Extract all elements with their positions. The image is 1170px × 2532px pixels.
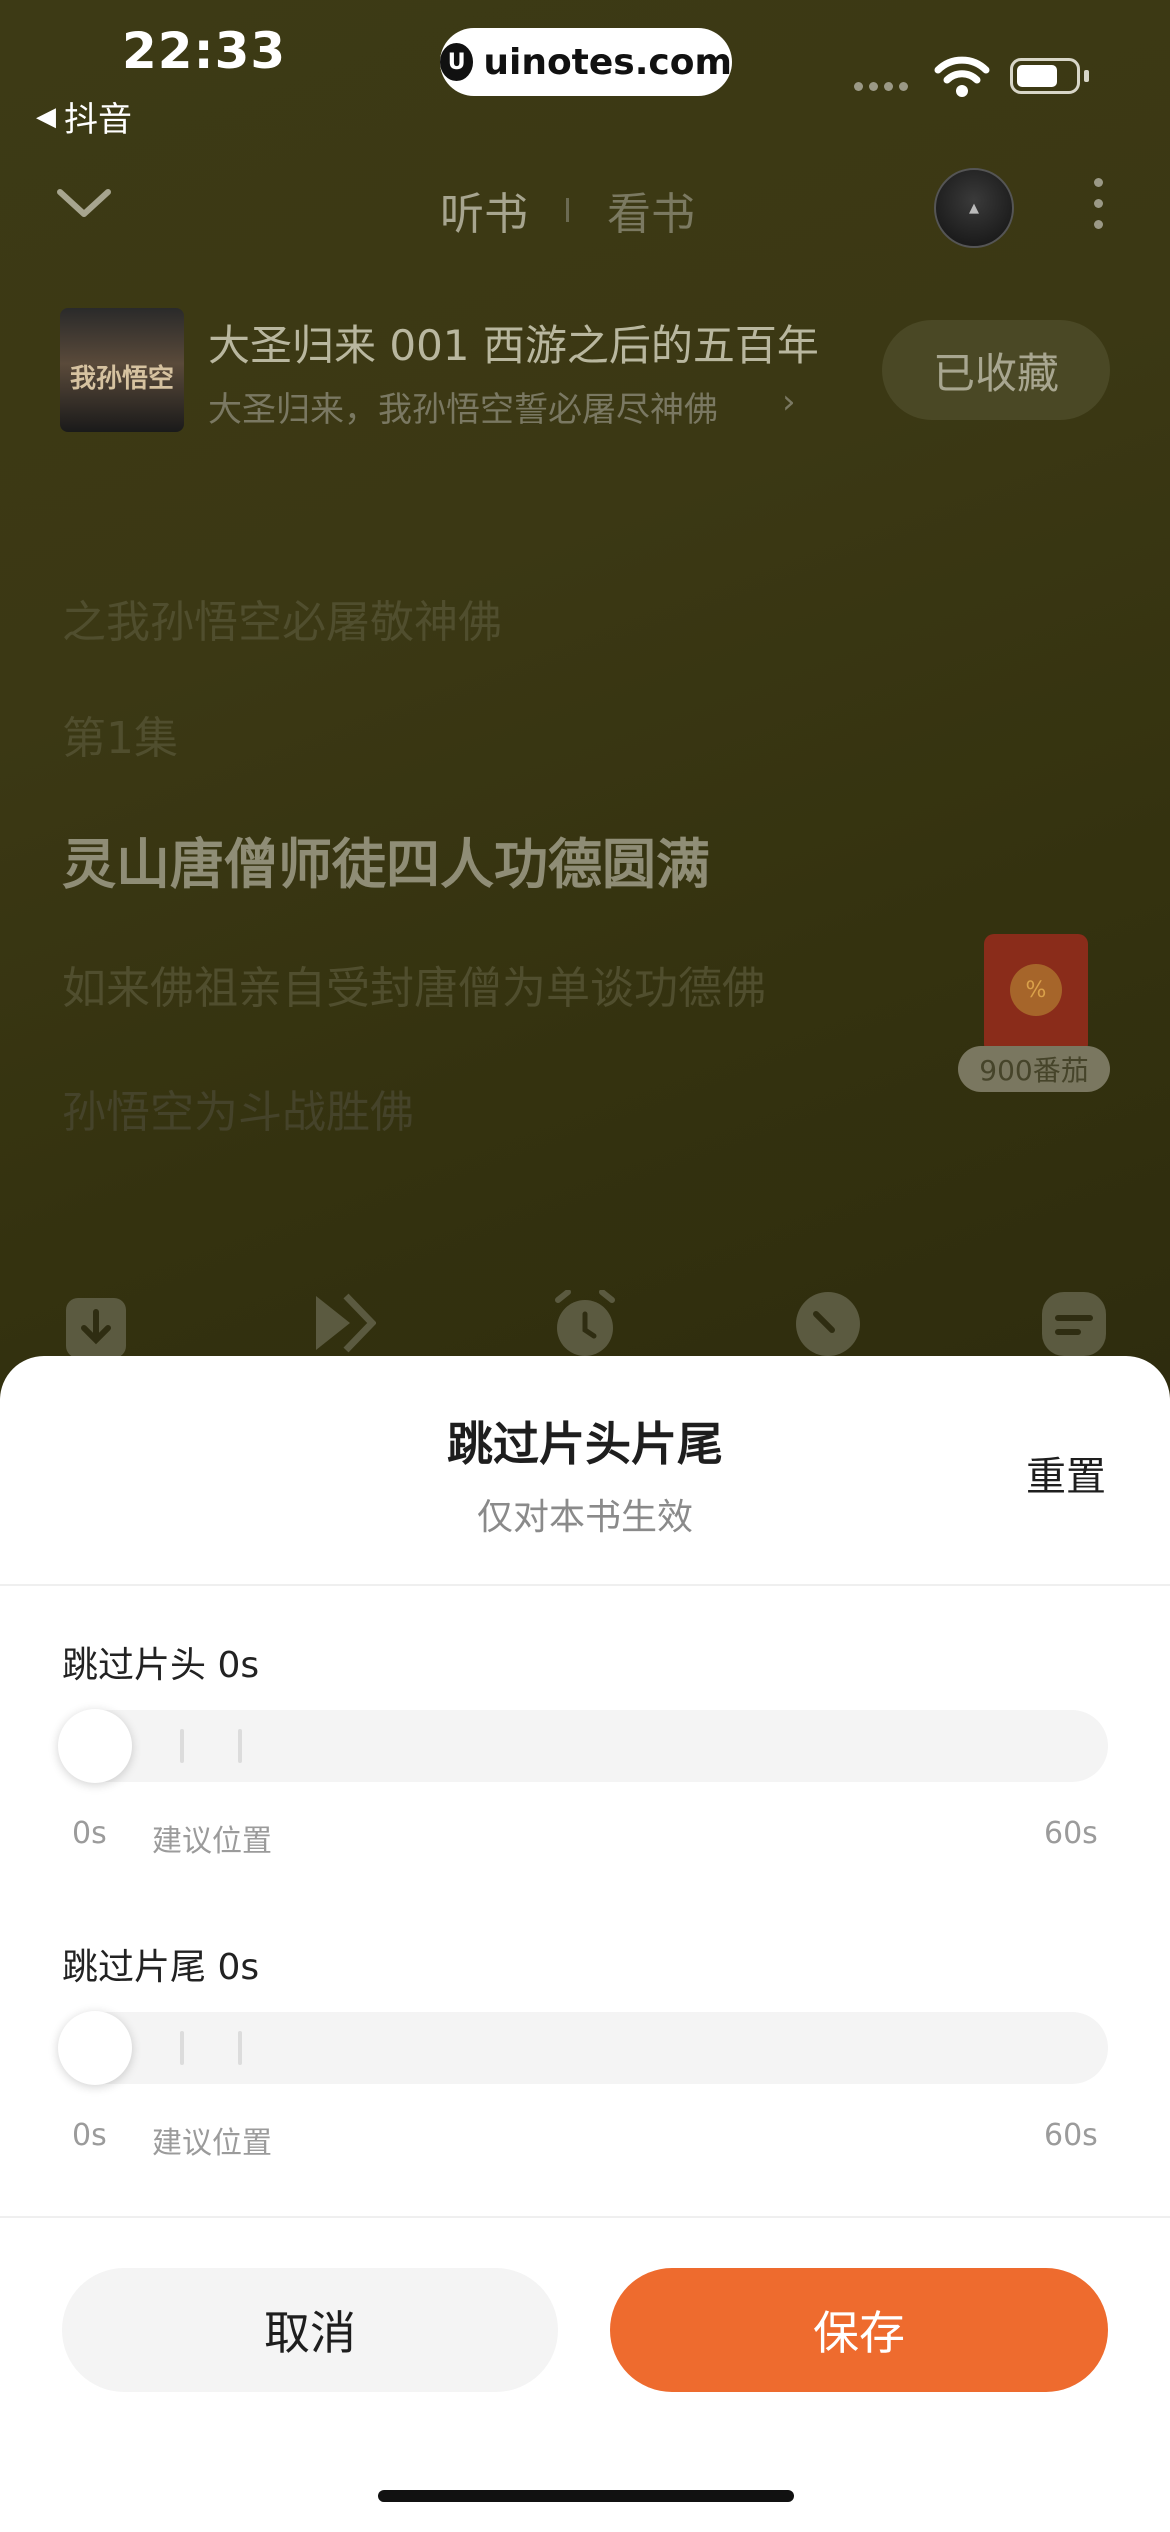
outro-skip-label: 跳过片尾 0s <box>62 1947 260 1988</box>
collapse-chevron-icon[interactable] <box>56 186 112 220</box>
favorited-button[interactable]: 已收藏 <box>882 320 1110 420</box>
back-app-label: 抖音 <box>64 100 132 140</box>
cancel-button[interactable]: 取消 <box>62 2268 558 2392</box>
sheet-title: 跳过片头片尾 <box>447 1417 723 1471</box>
header-divider <box>0 1584 1170 1586</box>
url-text: uinotes.com <box>483 41 732 83</box>
lyric-line-current: 灵山唐僧师徒四人功德圆满 <box>62 833 710 896</box>
status-time: 22:33 <box>122 22 287 80</box>
suggest-tick <box>238 1729 242 1763</box>
intro-suggest-label: 建议位置 <box>152 1824 272 1859</box>
outro-max-label: 60s <box>1044 2118 1098 2153</box>
intro-slider-handle[interactable] <box>58 1709 132 1783</box>
coin-icon: % <box>1010 964 1062 1016</box>
battery-icon <box>1010 58 1080 94</box>
outro-suggest-label: 建议位置 <box>152 2126 272 2161</box>
red-packet-label[interactable]: 900番茄 <box>958 1046 1110 1092</box>
home-indicator[interactable] <box>378 2490 794 2502</box>
skip-forward-icon[interactable] <box>310 1290 376 1356</box>
back-triangle-icon: ◀ <box>36 101 56 132</box>
sleep-timer-icon[interactable] <box>552 1290 618 1360</box>
book-cover[interactable]: 我孙悟空 <box>60 308 184 432</box>
tab-listen[interactable]: 听书 <box>440 178 528 242</box>
tab-read[interactable]: 看书 <box>607 178 695 242</box>
cellular-signal-icon <box>854 82 908 91</box>
intro-skip-label: 跳过片头 0s <box>62 1645 260 1686</box>
intro-slider-track[interactable] <box>62 1710 1108 1782</box>
battery-nub <box>1084 70 1089 82</box>
chapters-icon[interactable] <box>1040 1290 1108 1358</box>
outro-slider-track[interactable] <box>62 2012 1108 2084</box>
tab-divider <box>566 198 569 222</box>
download-icon[interactable] <box>62 1290 130 1360</box>
more-options-icon[interactable] <box>1094 178 1103 229</box>
lyric-line: 之我孙悟空必屠敬神佛 <box>62 597 502 648</box>
site-logo-icon: U <box>440 43 474 81</box>
lyric-line: 如来佛祖亲自受封唐僧为单谈功德佛 <box>62 963 766 1014</box>
intro-max-label: 60s <box>1044 1816 1098 1851</box>
speed-icon[interactable] <box>794 1290 862 1358</box>
outro-min-label: 0s <box>72 2118 107 2153</box>
lyric-line: 第1集 <box>62 713 178 764</box>
back-to-app-link[interactable]: ◀ 抖音 <box>36 92 132 141</box>
cover-title: 我孙悟空 <box>69 364 174 394</box>
sheet-subtitle: 仅对本书生效 <box>476 1497 693 1538</box>
outro-slider-handle[interactable] <box>58 2011 132 2085</box>
reset-button[interactable]: 重置 <box>1026 1444 1106 1502</box>
suggest-tick <box>180 2031 184 2065</box>
suggest-tick <box>238 2031 242 2065</box>
lyric-line: 孙悟空为斗战胜佛 <box>62 1087 414 1138</box>
chevron-right-icon[interactable]: › <box>782 382 796 422</box>
book-title[interactable]: 大圣归来 001 西游之后的五百年 <box>208 312 818 373</box>
intro-min-label: 0s <box>72 1816 107 1851</box>
url-pill[interactable]: U uinotes.com <box>440 28 732 96</box>
save-button[interactable]: 保存 <box>610 2268 1108 2392</box>
suggest-tick <box>180 1729 184 1763</box>
book-subtitle[interactable]: 大圣归来，我孙悟空誓必屠尽神佛 <box>208 382 748 431</box>
narrator-avatar[interactable]: ▲ <box>934 168 1014 248</box>
wifi-icon <box>934 56 990 97</box>
footer-divider <box>0 2216 1170 2218</box>
mode-tabs: 听书 看书 <box>440 178 695 242</box>
